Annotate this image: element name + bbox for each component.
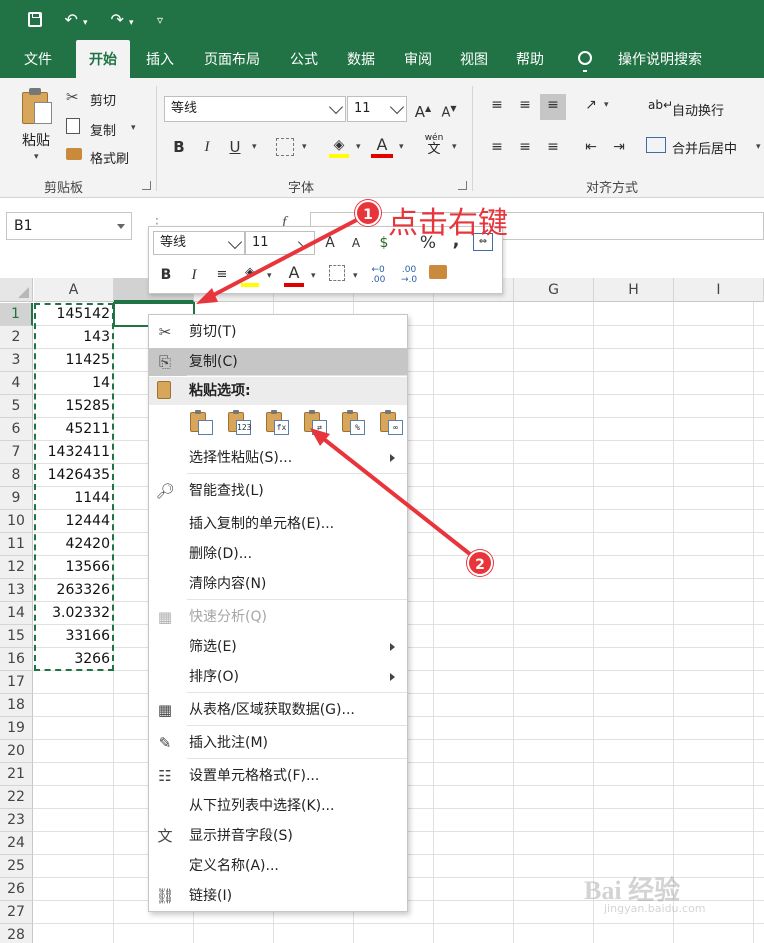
arrow-1 [196,212,370,304]
arrow-2 [310,428,482,564]
step-2-badge: 2 [467,550,493,576]
baidu-watermark: Bai 经验 jingyan.baidu.com [584,870,754,920]
annotation-arrows [196,212,482,564]
step-1-badge: 1 [355,200,381,226]
watermark-line2: jingyan.baidu.com [604,902,706,915]
step-1-note: 点击右键 [388,206,508,241]
